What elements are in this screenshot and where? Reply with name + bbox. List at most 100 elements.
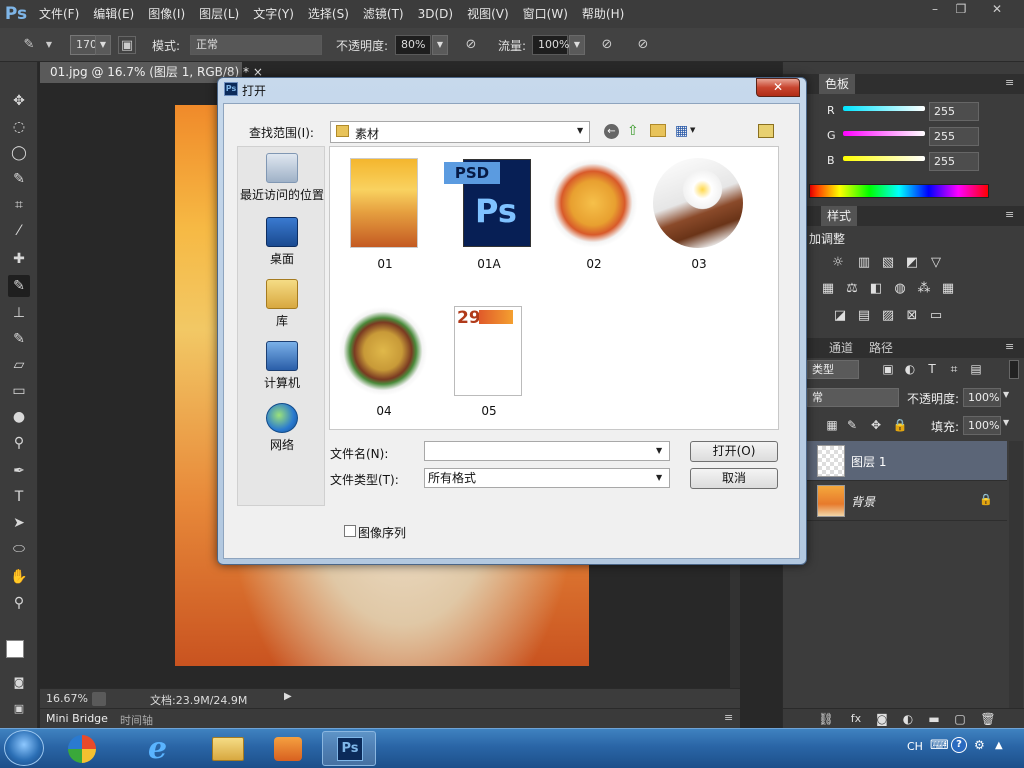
cancel-button[interactable]: 取消	[690, 468, 778, 489]
flow-dropdown[interactable]: ▼	[569, 35, 585, 55]
pressure-opacity-icon[interactable]: ⊘	[462, 36, 480, 54]
chevron-down-icon[interactable]: ▼	[656, 473, 662, 482]
file-item[interactable]	[653, 156, 745, 248]
filter-shape-icon[interactable]: ⌗	[945, 360, 963, 378]
blur-tool-icon[interactable]: ●	[8, 406, 30, 428]
link-layers-icon[interactable]: ⛓	[817, 710, 835, 728]
place-desktop[interactable]: 桌面	[238, 217, 326, 267]
start-button[interactable]	[4, 730, 44, 766]
file-name[interactable]: 01	[339, 257, 431, 271]
new-layer-icon[interactable]: ▢	[951, 710, 969, 728]
file-item[interactable]: 29	[443, 306, 535, 398]
brush-size-dropdown[interactable]: ▼	[95, 35, 111, 55]
hue-saturation-icon[interactable]: ▦	[819, 280, 837, 298]
menu-select[interactable]: 选择(S)	[301, 0, 356, 28]
airbrush-icon[interactable]: ⊘	[598, 36, 616, 54]
photo-filter-icon[interactable]: ◍	[891, 280, 909, 298]
opacity-field[interactable]: 80%	[395, 35, 431, 55]
menu-view[interactable]: 视图(V)	[460, 0, 516, 28]
zoom-tool-icon[interactable]: ⚲	[8, 592, 30, 614]
file-item[interactable]	[548, 156, 640, 248]
layer-opacity-field[interactable]: 100%	[963, 388, 1001, 407]
history-brush-icon[interactable]: ✎	[8, 328, 30, 350]
threshold-icon[interactable]: ▨	[879, 307, 897, 325]
opacity-dropdown[interactable]: ▼	[432, 35, 448, 55]
menu-image[interactable]: 图像(I)	[141, 0, 192, 28]
brush-size-field[interactable]: 170	[70, 35, 97, 55]
menu-filter[interactable]: 滤镜(T)	[356, 0, 411, 28]
tab-paths[interactable]: 路径	[863, 338, 899, 358]
menu-file[interactable]: 文件(F)	[32, 0, 86, 28]
exposure-icon[interactable]: ◩	[903, 254, 921, 272]
filter-adjustment-icon[interactable]: ◐	[901, 360, 919, 378]
file-name[interactable]: 04	[338, 404, 430, 418]
crop-tool-icon[interactable]: ⌗	[8, 194, 30, 216]
place-library[interactable]: 库	[238, 279, 326, 329]
move-tool-icon[interactable]: ✥	[8, 90, 30, 112]
look-in-select[interactable]: 素材 ▼	[330, 121, 590, 143]
red-channel-slider[interactable]	[843, 106, 925, 111]
view-menu-icon[interactable]: ▦	[675, 123, 688, 139]
layer-row[interactable]: 图层 1	[783, 441, 1007, 481]
new-adjustment-icon[interactable]: ◐	[899, 710, 917, 728]
filter-smart-icon[interactable]: ▤	[967, 360, 985, 378]
filter-pixel-icon[interactable]: ▣	[879, 360, 897, 378]
red-channel-value[interactable]: 255	[929, 102, 979, 121]
quick-select-tool-icon[interactable]: ✎	[8, 168, 30, 190]
green-channel-slider[interactable]	[843, 131, 925, 136]
open-button[interactable]: 打开(O)	[690, 441, 778, 462]
dialog-close-button[interactable]: ✕	[756, 78, 800, 97]
color-spectrum-bar[interactable]	[809, 184, 989, 198]
black-white-icon[interactable]: ◧	[867, 280, 885, 298]
status-info-icon[interactable]	[92, 692, 106, 706]
tab-mini-bridge[interactable]: Mini Bridge	[46, 712, 108, 725]
chevron-down-icon[interactable]: ▼	[656, 446, 662, 455]
chevron-down-icon[interactable]: ▼	[690, 126, 695, 134]
quick-mask-icon[interactable]: ◙	[8, 672, 30, 694]
settings-icon[interactable]: ⚙	[974, 738, 985, 752]
filetype-select[interactable]: 所有格式	[424, 468, 670, 488]
screen-mode-icon[interactable]: ▣	[8, 698, 30, 720]
filter-type-icon[interactable]: T	[923, 360, 941, 378]
dodge-tool-icon[interactable]: ⚲	[8, 432, 30, 454]
fx-icon[interactable]: fx	[847, 710, 865, 728]
file-item[interactable]: PSD Ps	[443, 156, 535, 248]
pressure-size-icon[interactable]: ⊘	[634, 36, 652, 54]
show-hidden-icons[interactable]: ▲	[995, 740, 1003, 751]
tab-channels[interactable]: 通道	[823, 338, 859, 358]
tab-timeline[interactable]: 时间轴	[120, 712, 153, 728]
path-select-tool-icon[interactable]: ➤	[8, 512, 30, 534]
panel-menu-icon[interactable]: ≡	[724, 711, 733, 724]
blue-channel-slider[interactable]	[843, 156, 925, 161]
gradient-map-icon[interactable]: ▭	[927, 307, 945, 325]
chevron-down-icon[interactable]: ▼	[1003, 418, 1009, 427]
layers-scrollbar[interactable]	[1009, 441, 1023, 711]
file-name[interactable]: 05	[443, 404, 535, 418]
help-icon[interactable]: ?	[951, 737, 967, 753]
pen-tool-icon[interactable]: ✒	[8, 460, 30, 482]
place-network[interactable]: 网络	[238, 403, 326, 453]
menu-type[interactable]: 文字(Y)	[246, 0, 301, 28]
menu-3d[interactable]: 3D(D)	[411, 0, 460, 28]
brush-preset-icon[interactable]: ✎	[20, 36, 38, 54]
place-recent[interactable]: 最近访问的位置	[238, 153, 326, 203]
chevron-down-icon[interactable]: ▼	[40, 36, 58, 54]
menu-edit[interactable]: 编辑(E)	[86, 0, 141, 28]
lock-all-icon[interactable]: 🔒	[891, 416, 909, 434]
lasso-tool-icon[interactable]: ◯	[8, 142, 30, 164]
layer-name[interactable]: 背景	[851, 493, 875, 510]
selective-color-icon[interactable]: ⊠	[903, 307, 921, 325]
color-balance-icon[interactable]: ⚖	[843, 280, 861, 298]
lock-transparency-icon[interactable]: ▦	[823, 416, 841, 434]
add-mask-icon[interactable]: ◙	[873, 710, 891, 728]
taskbar-app-photoshop[interactable]: Ps	[322, 731, 376, 766]
delete-layer-icon[interactable]: 🗑	[979, 710, 997, 728]
mode-select[interactable]: 正常	[190, 35, 322, 55]
tab-swatches[interactable]: 色板	[819, 74, 856, 94]
restore-button[interactable]: ❐	[946, 0, 976, 18]
healing-tool-icon[interactable]: ✚	[8, 248, 30, 270]
chevron-down-icon[interactable]: ▼	[1003, 390, 1009, 399]
back-icon[interactable]: ←	[604, 124, 619, 139]
menu-help[interactable]: 帮助(H)	[575, 0, 631, 28]
invert-icon[interactable]: ◪	[831, 307, 849, 325]
